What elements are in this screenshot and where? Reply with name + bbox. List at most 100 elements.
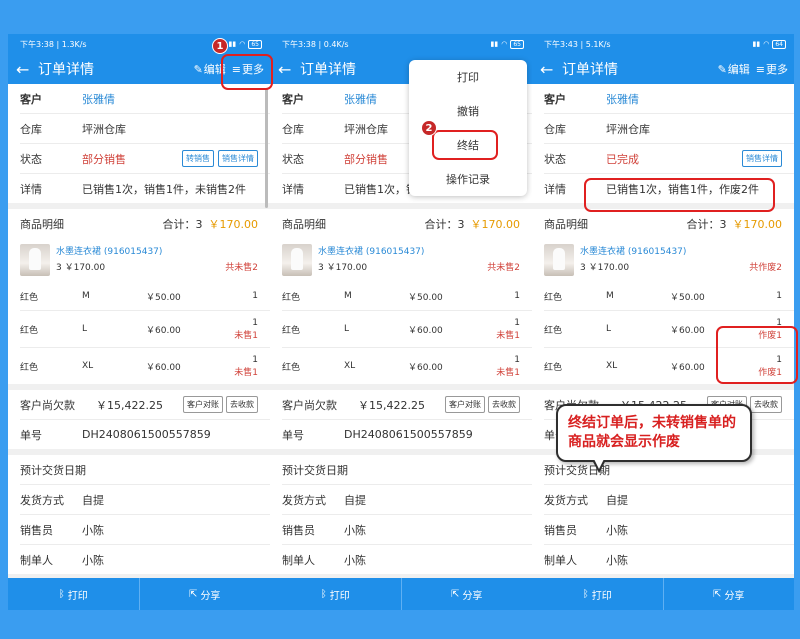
back-arrow-icon[interactable]: ←: [16, 60, 34, 79]
sku-color: 红色: [20, 325, 39, 336]
share-button[interactable]: ⇱ 分享: [138, 578, 271, 610]
order-no-value: DH2408061500557859: [82, 428, 211, 441]
sku-size: XL: [606, 361, 618, 371]
collect-button[interactable]: 去收款: [750, 396, 782, 413]
sku-price: ￥60.00: [146, 362, 181, 373]
explanation-callout: 终结订单后，未转销售单的商品就会显示作废: [556, 404, 752, 473]
product-qty-price: 3 ￥170.00: [318, 263, 368, 273]
back-arrow-icon[interactable]: ←: [278, 60, 296, 79]
print-button[interactable]: ᛒ 打印: [270, 578, 401, 610]
total-qty: 合计：3: [424, 217, 465, 231]
reconcile-button[interactable]: 客户对账: [183, 396, 223, 413]
ship-value[interactable]: 自提: [82, 492, 258, 508]
customer-value[interactable]: 张雅倩: [82, 91, 258, 107]
sku-size: M: [606, 291, 614, 301]
expected-date-label[interactable]: 预计交货日期: [20, 462, 120, 478]
order-no-label: 单号: [20, 428, 42, 442]
details-label: 详情: [282, 182, 304, 196]
reconcile-button[interactable]: 客户对账: [445, 396, 485, 413]
status-bar: 下午3:38 | 0.4K/s ▮▮ ◠ 65: [270, 34, 532, 54]
share-button[interactable]: ⇱ 分享: [662, 578, 795, 610]
product-item[interactable]: 水墨连衣裙 (916015437) 3 ￥170.00 共未售2: [8, 238, 270, 282]
warehouse-value: 坪洲仓库: [606, 122, 650, 136]
product-item[interactable]: 水墨连衣裙 (916015437) 3 ￥170.00 共未售2: [270, 238, 532, 282]
product-qty-price: 3 ￥170.00: [56, 263, 106, 273]
sku-price: ￥50.00: [146, 292, 181, 303]
seller-value: 小陈: [344, 523, 366, 537]
bottom-toolbar: ᛒ 打印 ⇱ 分享: [8, 578, 270, 610]
payment-card: 客户尚欠款 ￥15,422.25 客户对账去收款 单号 DH2408061500557…: [270, 390, 532, 449]
wifi-icon: ◠: [763, 40, 770, 48]
total-amount: ￥170.00: [208, 217, 259, 231]
product-thumbnail: [282, 244, 312, 276]
sales-detail-button[interactable]: 销售详情: [742, 150, 782, 167]
status-bar: 下午3:38 | 1.3K/s ▮▮ ◠ 65: [8, 34, 270, 54]
expected-date-label[interactable]: 预计交货日期: [282, 462, 382, 478]
transfer-sale-button[interactable]: 转销售: [182, 150, 214, 167]
bottom-toolbar: ᛒ 打印 ⇱ 分享: [532, 578, 794, 610]
print-button[interactable]: ᛒ 打印: [8, 578, 139, 610]
menu-item-operation-log[interactable]: 操作记录: [409, 162, 527, 196]
sku-price: ￥50.00: [670, 292, 705, 303]
print-button[interactable]: ᛒ 打印: [532, 578, 663, 610]
maker-value: 小陈: [82, 553, 104, 567]
product-flag: 共未售2: [225, 263, 258, 273]
status-label: 状态: [20, 152, 42, 166]
ship-value[interactable]: 自提: [606, 492, 782, 508]
customer-value[interactable]: 张雅倩: [606, 91, 782, 107]
product-item[interactable]: 水墨连衣裙 (916015437) 3 ￥170.00 共作废2: [532, 238, 794, 282]
bluetooth-icon: ᛒ: [320, 588, 327, 600]
details-label: 详情: [20, 182, 42, 196]
payment-card: 客户尚欠款 ￥15,422.25 客户对账去收款 单号 DH2408061500557…: [8, 390, 270, 449]
status-value: 已完成: [606, 152, 639, 166]
menu-item-print[interactable]: 打印: [409, 60, 527, 94]
sku-qty: 1: [252, 354, 258, 365]
step-marker-1: 1: [212, 38, 228, 54]
back-arrow-icon[interactable]: ←: [540, 60, 558, 79]
wifi-icon: ◠: [501, 40, 508, 48]
sku-row: 红色 XL ￥60.00 1 未售1: [8, 348, 270, 384]
share-button[interactable]: ⇱ 分享: [400, 578, 533, 610]
sku-color: 红色: [544, 292, 563, 303]
product-qty-price: 3 ￥170.00: [580, 263, 630, 273]
customer-label: 客户: [282, 92, 304, 106]
seller-label: 销售员: [20, 523, 53, 537]
sku-qty: 1: [252, 291, 258, 301]
collect-button[interactable]: 去收款: [488, 396, 520, 413]
maker-label: 制单人: [544, 553, 577, 567]
sku-size: L: [606, 324, 612, 334]
sku-row: 红色 L ￥60.00 1 未售1: [8, 311, 270, 347]
debt-label: 客户尚欠款: [282, 398, 337, 412]
ship-label: 发货方式: [282, 493, 326, 507]
seller-value: 小陈: [606, 523, 628, 537]
total-qty: 合计：3: [162, 217, 203, 231]
order-info-card: 客户 张雅倩 仓库 坪洲仓库 状态 部分销售 转销售 销售详情 详情 已销售1次，销售1件…: [8, 84, 270, 203]
seller-label: 销售员: [282, 523, 315, 537]
edit-button[interactable]: ✎ 编辑: [718, 61, 750, 77]
order-no-label: 单号: [282, 428, 304, 442]
scrollbar[interactable]: [265, 88, 268, 208]
sales-detail-button[interactable]: 销售详情: [218, 150, 258, 167]
product-name: 水墨连衣裙 (916015437): [318, 247, 425, 257]
phone-screen-2: 下午3:38 | 0.4K/s ▮▮ ◠ 65 ← 订单详情 客户 张雅倩 仓库 坪洲仓…: [270, 34, 532, 610]
sku-color: 红色: [544, 362, 563, 373]
delivery-card: 预计交货日期 发货方式 自提 销售员 小陈 制单人 小陈: [270, 455, 532, 574]
phone-screen-3: 下午3:43 | 5.1K/s ▮▮ ◠ 64 ← 订单详情 ✎ 编辑 ≡ 更多 客户 张…: [532, 34, 794, 610]
status-bar: 下午3:43 | 5.1K/s ▮▮ ◠ 64: [532, 34, 794, 54]
sku-price: ￥60.00: [408, 325, 443, 336]
sku-size: XL: [344, 361, 356, 371]
warehouse-value: 坪洲仓库: [82, 122, 126, 136]
details-value: 已销售1次，销售1件，未销售2件: [82, 182, 246, 196]
ship-value[interactable]: 自提: [344, 492, 520, 508]
sku-price: ￥60.00: [408, 362, 443, 373]
sku-size: L: [344, 324, 350, 334]
total-qty: 合计：3: [686, 217, 727, 231]
more-button[interactable]: ≡ 更多: [756, 61, 788, 77]
seller-label: 销售员: [544, 523, 577, 537]
product-name: 水墨连衣裙 (916015437): [56, 247, 163, 257]
customer-label: 客户: [544, 92, 566, 106]
share-icon: ⇱: [713, 588, 722, 600]
ship-label: 发货方式: [20, 493, 64, 507]
sku-color: 红色: [282, 292, 301, 303]
collect-button[interactable]: 去收款: [226, 396, 258, 413]
